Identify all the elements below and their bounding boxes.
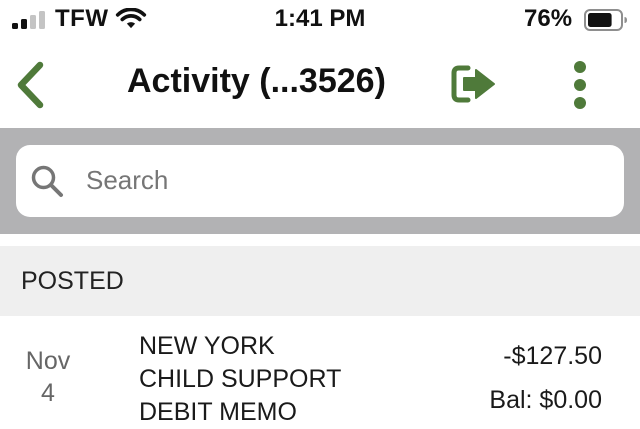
sign-out-icon	[451, 65, 495, 103]
search-icon	[31, 165, 63, 197]
transaction-balance: Bal: $0.00	[489, 386, 602, 414]
transaction-amount: -$127.50	[503, 342, 602, 370]
page-title: Activity (...3526)	[127, 62, 386, 100]
transaction-description-line: CHILD SUPPORT	[139, 365, 342, 393]
transaction-description-line: DEBIT MEMO	[139, 398, 297, 426]
search-placeholder: Search	[86, 165, 169, 195]
vertical-ellipsis-icon	[574, 61, 586, 109]
search-bar-container: Search	[0, 128, 640, 234]
transaction-row[interactable]: Nov 4 NEW YORK CHILD SUPPORT DEBIT MEMO …	[0, 316, 640, 429]
more-options-button[interactable]	[560, 58, 600, 112]
transaction-month: Nov	[25, 347, 71, 375]
back-button[interactable]	[10, 58, 54, 112]
nav-header: Activity (...3526)	[0, 40, 640, 128]
transaction-description: NEW YORK CHILD SUPPORT DEBIT MEMO	[139, 330, 341, 429]
battery-percentage: 76%	[524, 5, 573, 32]
logout-button[interactable]	[450, 62, 498, 106]
transaction-description-line: NEW YORK	[139, 332, 275, 360]
transaction-day: 4	[41, 379, 55, 407]
search-input[interactable]: Search	[16, 145, 624, 217]
chevron-left-icon	[17, 61, 44, 109]
battery-icon	[584, 9, 627, 31]
divider	[0, 234, 640, 246]
status-bar: TFW 1:41 PM 76%	[0, 0, 640, 40]
section-header-posted: POSTED	[0, 246, 640, 316]
section-label: POSTED	[21, 267, 124, 295]
